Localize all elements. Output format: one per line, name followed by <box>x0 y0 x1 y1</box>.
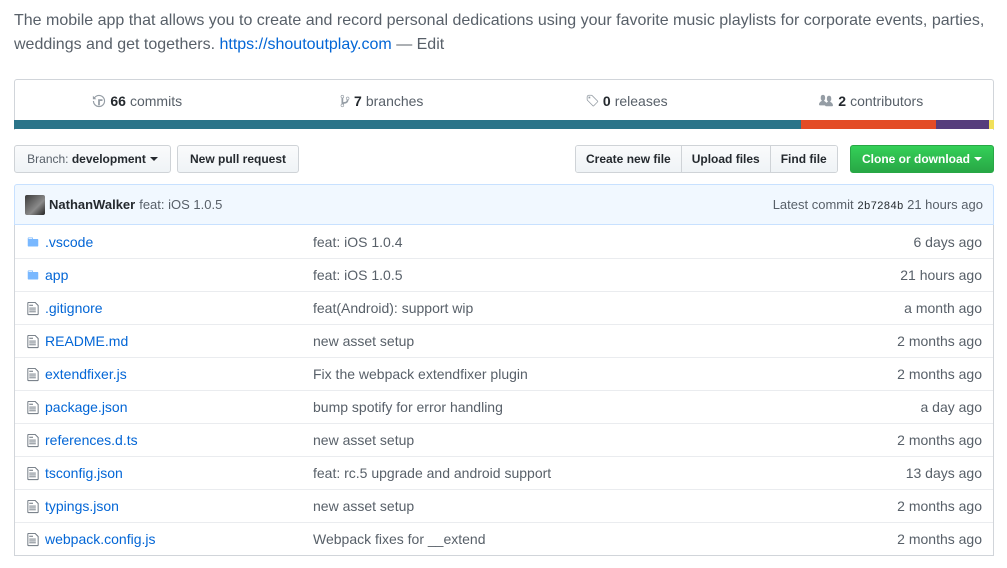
file-name-link[interactable]: .vscode <box>45 234 313 250</box>
avatar[interactable] <box>25 194 45 215</box>
releases-label: releases <box>614 92 668 109</box>
file-age: 2 months ago <box>897 432 982 448</box>
folder-icon <box>15 236 45 248</box>
file-name-link[interactable]: extendfixer.js <box>45 366 313 382</box>
file-icon <box>15 433 45 448</box>
upload-files-button[interactable]: Upload files <box>681 146 771 172</box>
repo-homepage-link[interactable]: https://shoutoutplay.com <box>219 36 391 53</box>
folder-icon <box>15 269 45 281</box>
file-commit-message[interactable]: Fix the webpack extendfixer plugin <box>313 366 897 382</box>
file-commit-message[interactable]: feat: iOS 1.0.5 <box>313 267 900 283</box>
file-age: 2 months ago <box>897 333 982 349</box>
file-name-link[interactable]: webpack.config.js <box>45 531 313 547</box>
file-list: .vscode feat: iOS 1.0.4 6 days ago app feat:… <box>14 225 994 556</box>
branches-label: branches <box>365 92 424 109</box>
file-commit-message[interactable]: Webpack fixes for __extend <box>313 531 897 547</box>
file-name-link[interactable]: .gitignore <box>45 300 313 316</box>
repo-description-text: The mobile app that allows you to create… <box>14 12 985 53</box>
clone-label: Clone or download <box>862 152 970 166</box>
commits-count: 66 <box>110 92 126 109</box>
commits-label: commits <box>129 92 183 109</box>
file-row: .gitignore feat(Android): support wip a mo… <box>15 291 993 324</box>
file-name-link[interactable]: package.json <box>45 399 313 415</box>
file-age: a month ago <box>904 300 982 316</box>
branch-prefix: Branch: <box>27 152 69 166</box>
branch-icon <box>340 94 350 107</box>
latest-commit-label: Latest commit <box>772 196 854 212</box>
file-name-link[interactable]: typings.json <box>45 498 313 514</box>
file-row: webpack.config.js Webpack fixes for __ext… <box>15 522 993 555</box>
file-icon <box>15 400 45 415</box>
file-actions-group: Create new file Upload files Find file <box>575 145 838 173</box>
file-age: 2 months ago <box>897 498 982 514</box>
latest-commit-bar: NathanWalker feat: iOS 1.0.5 Latest comm… <box>14 184 994 225</box>
file-age: 21 hours ago <box>900 267 982 283</box>
file-row: references.d.ts new asset setup 2 months a… <box>15 423 993 456</box>
file-commit-message[interactable]: feat(Android): support wip <box>313 300 904 316</box>
file-row: tsconfig.json feat: rc.5 upgrade and andr… <box>15 456 993 489</box>
file-row: package.json bump spotify for error handl… <box>15 390 993 423</box>
file-icon <box>15 499 45 514</box>
file-icon <box>15 367 45 382</box>
file-age: 13 days ago <box>905 465 982 481</box>
file-age: 6 days ago <box>913 233 983 250</box>
language-bar[interactable] <box>14 120 994 129</box>
contributors-count: 2 <box>838 92 847 109</box>
file-name-link[interactable]: references.d.ts <box>45 432 313 448</box>
language-segment[interactable] <box>989 120 994 129</box>
commit-age: 21 hours ago <box>907 196 983 212</box>
file-icon <box>15 301 45 316</box>
people-icon <box>819 94 834 106</box>
file-age: a day ago <box>920 399 983 415</box>
new-pull-request-button[interactable]: New pull request <box>177 145 299 173</box>
commit-author[interactable]: NathanWalker <box>49 197 135 212</box>
file-row: .vscode feat: iOS 1.0.4 6 days ago <box>15 225 993 258</box>
file-icon <box>15 334 45 349</box>
file-commit-message[interactable]: bump spotify for error handling <box>313 399 921 415</box>
file-commit-message[interactable]: new asset setup <box>313 432 897 448</box>
tag-icon <box>586 94 599 106</box>
create-new-file-button[interactable]: Create new file <box>576 146 682 172</box>
file-row: extendfixer.js Fix the webpack extendfixe… <box>15 357 993 390</box>
language-segment[interactable] <box>800 120 937 129</box>
file-name-link[interactable]: README.md <box>45 333 313 349</box>
commit-message[interactable]: feat: iOS 1.0.5 <box>139 197 222 212</box>
caret-down-icon <box>149 157 158 161</box>
file-commit-message[interactable]: new asset setup <box>313 498 897 514</box>
contributors-label: contributors <box>850 92 924 109</box>
file-age: 2 months ago <box>897 366 982 382</box>
commit-sha[interactable]: 2b7284b <box>857 201 903 213</box>
file-row: README.md new asset setup 2 months ago <box>15 324 993 357</box>
branches-count: 7 <box>354 92 362 109</box>
file-icon <box>15 532 45 547</box>
edit-description-link[interactable]: — Edit <box>396 36 444 53</box>
releases-count: 0 <box>602 92 611 109</box>
file-row: app feat: iOS 1.0.5 21 hours ago <box>15 258 993 291</box>
file-icon <box>15 466 45 481</box>
language-segment[interactable] <box>14 120 801 129</box>
branch-name: development <box>71 152 146 166</box>
latest-commit-info: Latest commit 2b7284b 21 hours ago <box>773 197 983 213</box>
repo-description: The mobile app that allows you to create… <box>14 9 999 57</box>
clone-or-download-button[interactable]: Clone or download <box>850 145 994 173</box>
file-commit-message[interactable]: new asset setup <box>313 333 897 349</box>
file-row: typings.json new asset setup 2 months ago <box>15 489 993 522</box>
branch-select-button[interactable]: Branch: development <box>14 145 171 173</box>
find-file-button[interactable]: Find file <box>770 146 837 172</box>
history-icon <box>93 94 106 107</box>
language-segment[interactable] <box>936 120 990 129</box>
file-age: 2 months ago <box>897 531 982 547</box>
file-commit-message[interactable]: feat: rc.5 upgrade and android support <box>313 465 906 481</box>
file-name-link[interactable]: app <box>45 267 313 283</box>
file-commit-message[interactable]: feat: iOS 1.0.4 <box>313 234 914 250</box>
file-name-link[interactable]: tsconfig.json <box>45 465 313 481</box>
caret-down-icon <box>974 157 982 161</box>
